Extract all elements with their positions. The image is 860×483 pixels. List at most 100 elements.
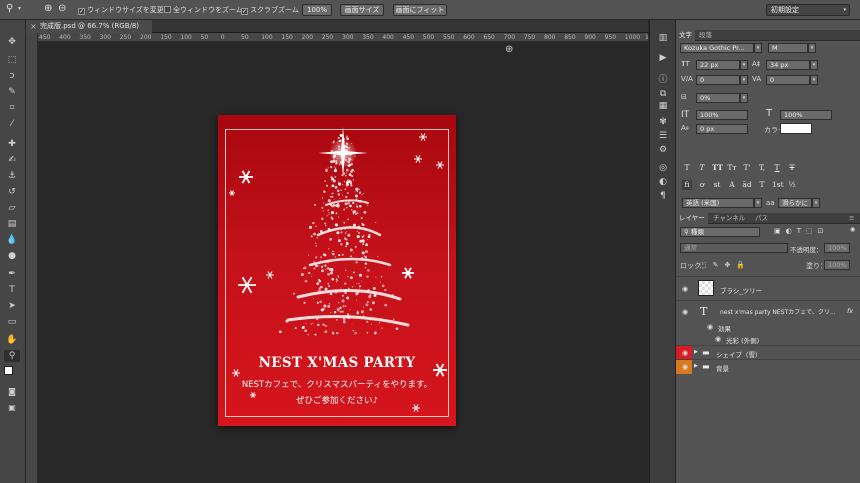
scrubby-zoom-checkbox[interactable]: ✓ スクラブズーム	[241, 5, 299, 15]
layer-comps-icon[interactable]: ⧉	[656, 88, 670, 100]
eye-icon[interactable]: ◉	[679, 348, 691, 358]
resize-windows-checkbox[interactable]: ✓ ウィンドウサイズを変更	[78, 5, 164, 15]
ordinals-button[interactable]: 1st	[772, 180, 784, 190]
play-actions-icon[interactable]: ▶	[656, 52, 670, 64]
baseline-shift-field[interactable]: 0 px	[696, 124, 748, 134]
fractions-button[interactable]: ½	[787, 180, 797, 190]
marquee-tool-icon[interactable]: ⬚	[4, 54, 20, 66]
shape-tool-icon[interactable]: ▭	[4, 316, 20, 328]
eraser-tool-icon[interactable]: ▱	[4, 202, 20, 214]
chevron-down-icon[interactable]: ▾	[740, 60, 748, 70]
gradient-tool-icon[interactable]: ▤	[4, 218, 20, 230]
blend-mode-select[interactable]: 通常	[680, 243, 788, 253]
font-family-select[interactable]: Kozuka Gothic Pr...	[680, 43, 754, 53]
superscript-button[interactable]: T'	[742, 163, 752, 173]
font-size-field[interactable]: 22 px	[696, 60, 740, 70]
clone-stamp-tool-icon[interactable]: ⚓	[4, 170, 20, 182]
faux-italic-button[interactable]: T	[697, 163, 707, 173]
eye-icon[interactable]: ◉	[712, 334, 724, 344]
panel-menu-icon[interactable]: ≡	[846, 213, 857, 224]
filter-toggle-icon[interactable]: ◉	[850, 226, 855, 233]
adjustments-icon[interactable]: ☰	[656, 130, 670, 142]
foreground-color-swatch[interactable]	[4, 366, 13, 375]
font-style-select[interactable]: M	[768, 43, 808, 53]
opacity-field[interactable]: 100%	[824, 243, 850, 253]
brush-preset-icon[interactable]: ✾	[656, 116, 670, 128]
kerning-field[interactable]: 0	[696, 75, 740, 85]
history-brush-tool-icon[interactable]: ↺	[4, 186, 20, 198]
fill-field[interactable]: 100%	[824, 260, 850, 270]
path-select-tool-icon[interactable]: ➤	[4, 300, 20, 312]
tracking-field[interactable]: 0	[766, 75, 810, 85]
layer-row[interactable]: ◉ T nest x'mas party NESTカフェで、クリ... fx	[676, 300, 860, 320]
effect-row[interactable]: ◉ 光彩 (外側)	[676, 333, 860, 345]
chevron-down-icon[interactable]: ▾	[808, 43, 816, 53]
tab-paragraph[interactable]: 段落	[696, 30, 715, 41]
chevron-down-icon[interactable]: ▾	[754, 198, 762, 208]
zoom-in-icon[interactable]: ⊕	[44, 3, 52, 14]
screen-mode-icon[interactable]: ▣	[4, 402, 20, 414]
zoom-all-checkbox[interactable]: 全ウィンドウをズーム	[164, 5, 243, 15]
language-select[interactable]: 英語 (米国)	[682, 198, 754, 208]
titling-button[interactable]: T	[757, 180, 767, 190]
eye-icon[interactable]: ◉	[704, 322, 716, 332]
history-icon[interactable]: ▥	[656, 32, 670, 44]
tool-presets-icon[interactable]: ⚙	[656, 144, 670, 156]
dodge-tool-icon[interactable]: ●	[4, 250, 20, 262]
hand-tool-icon[interactable]: ✋	[4, 334, 20, 346]
underline-button[interactable]: T	[772, 163, 782, 173]
healing-brush-tool-icon[interactable]: ✚	[4, 138, 20, 150]
brush-tool-icon[interactable]: ✍	[4, 154, 20, 166]
lasso-tool-icon[interactable]: ↄ	[4, 70, 20, 82]
fit-screen-button[interactable]: 画面サイズ	[340, 4, 384, 16]
discretionary-ligature-button[interactable]: ơ	[697, 180, 707, 190]
expand-arrow-icon[interactable]: ▶	[694, 363, 698, 369]
blur-tool-icon[interactable]: 💧	[4, 234, 20, 246]
layer-kind-filter[interactable]: ⚲ 種類	[680, 227, 760, 237]
tab-channels[interactable]: チャンネル	[710, 213, 748, 224]
tsume-field[interactable]: 0%	[696, 93, 740, 103]
document-canvas[interactable]: NEST X'MAS PARTY NESTカフェで、クリスマスパーティをやります…	[218, 115, 456, 426]
small-caps-button[interactable]: Tт	[727, 163, 737, 173]
layer-group-row[interactable]: ◉ ▶ ▬ シェイプ（雪）	[676, 345, 860, 360]
paragraph-styles-icon[interactable]: ¶	[656, 190, 670, 202]
eyedropper-tool-icon[interactable]: ⁄	[4, 118, 20, 130]
color-icon[interactable]: ◐	[656, 176, 670, 188]
chevron-down-icon[interactable]: ▾	[754, 43, 762, 53]
effect-row[interactable]: ◉ 効果	[676, 320, 860, 333]
all-caps-button[interactable]: TT	[712, 163, 723, 173]
swash-button[interactable]: A	[727, 180, 737, 190]
horizontal-scale-field[interactable]: 100%	[780, 110, 832, 120]
zoom-100-button[interactable]: 100%	[302, 4, 332, 16]
pen-tool-icon[interactable]: ✒	[4, 268, 20, 280]
zoom-out-icon[interactable]: ⊖	[58, 3, 66, 14]
text-color-swatch[interactable]	[780, 123, 812, 134]
quick-select-tool-icon[interactable]: ✎	[4, 86, 20, 98]
info-icon[interactable]: ⓘ	[656, 74, 670, 86]
tab-character[interactable]: 文字	[676, 30, 695, 41]
type-tool-icon[interactable]: T	[4, 284, 20, 296]
antialias-select[interactable]: 滑らかに	[778, 198, 812, 208]
chevron-down-icon[interactable]: ▾	[810, 75, 818, 85]
lock-icons[interactable]: ⬚✎✥🔒	[700, 261, 751, 269]
styles-icon[interactable]: ◎	[656, 162, 670, 174]
vertical-scale-field[interactable]: 100%	[696, 110, 748, 120]
chevron-down-icon[interactable]: ▾	[740, 93, 748, 103]
chevron-down-icon[interactable]: ▾	[740, 75, 748, 85]
zoom-tool-icon[interactable]: ⚲	[6, 3, 13, 14]
eye-icon[interactable]: ◉	[679, 307, 691, 317]
leading-field[interactable]: 34 px	[766, 60, 810, 70]
expand-arrow-icon[interactable]: ▶	[694, 349, 698, 355]
faux-bold-button[interactable]: T	[682, 163, 692, 173]
fx-badge[interactable]: fx	[847, 307, 853, 315]
subscript-button[interactable]: T,	[757, 163, 767, 173]
tool-preset-chevron-icon[interactable]: ▾	[18, 5, 21, 12]
chevron-down-icon[interactable]: ▾	[812, 198, 820, 208]
ligature-button[interactable]: fi	[682, 180, 692, 190]
document-tab[interactable]: × 完成版.psd @ 66.7% (RGB/8)	[26, 20, 152, 33]
quick-mask-icon[interactable]: ◙	[4, 386, 20, 398]
crop-tool-icon[interactable]: ⌗	[4, 102, 20, 114]
tab-layers[interactable]: レイヤー	[676, 213, 708, 224]
eye-icon[interactable]: ◉	[679, 362, 691, 372]
stylistic-alternates-button[interactable]: ād	[742, 180, 752, 190]
